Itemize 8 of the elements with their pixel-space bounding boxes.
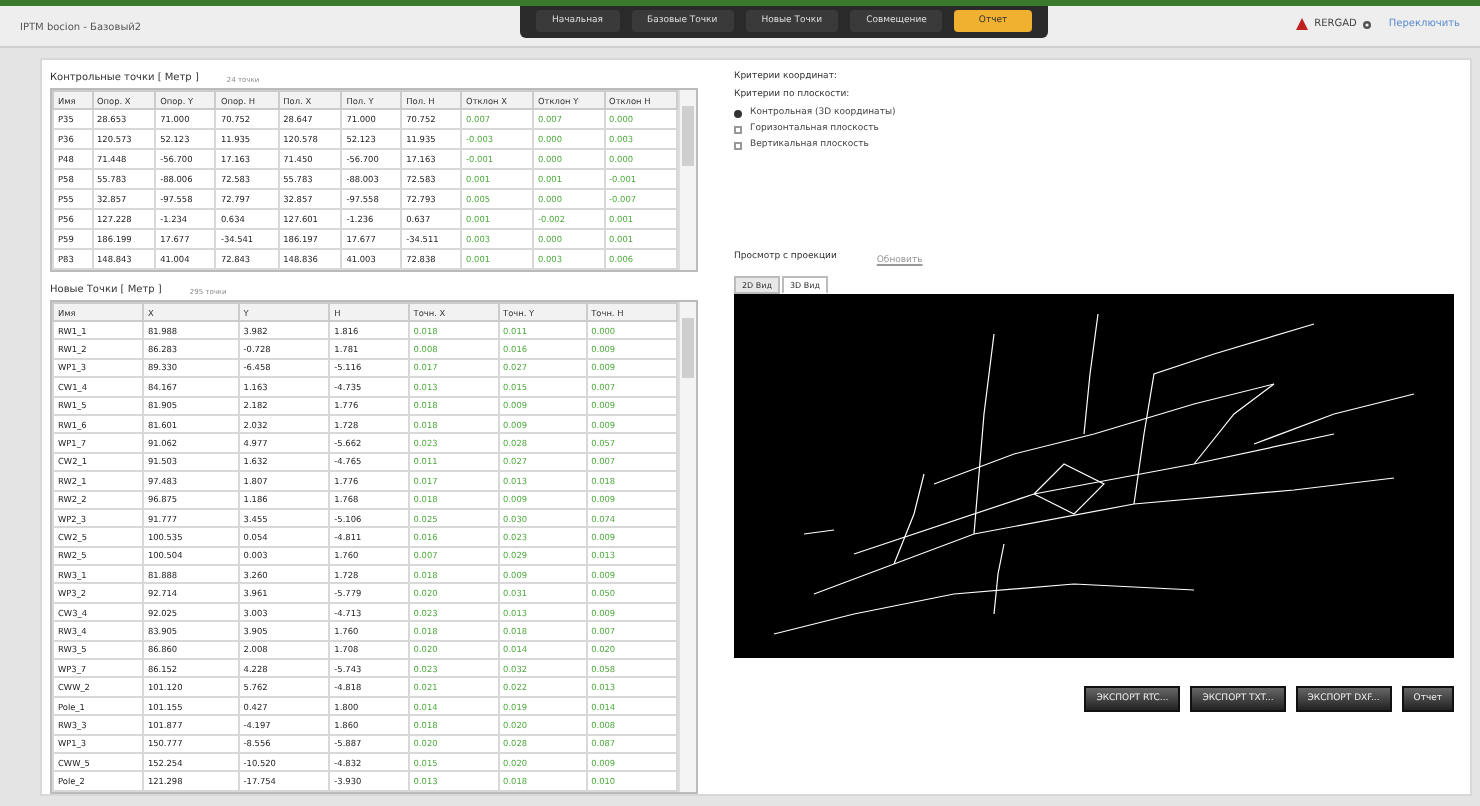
settings-icon[interactable]	[1362, 19, 1373, 29]
checkbox[interactable]	[734, 141, 742, 149]
logo-icon	[1296, 18, 1309, 30]
radio-button[interactable]	[734, 109, 742, 117]
3d-viewport[interactable]	[734, 294, 1454, 658]
scrollbar[interactable]	[678, 302, 696, 792]
checkbox[interactable]	[734, 125, 742, 133]
scrollbar[interactable]	[678, 90, 696, 270]
